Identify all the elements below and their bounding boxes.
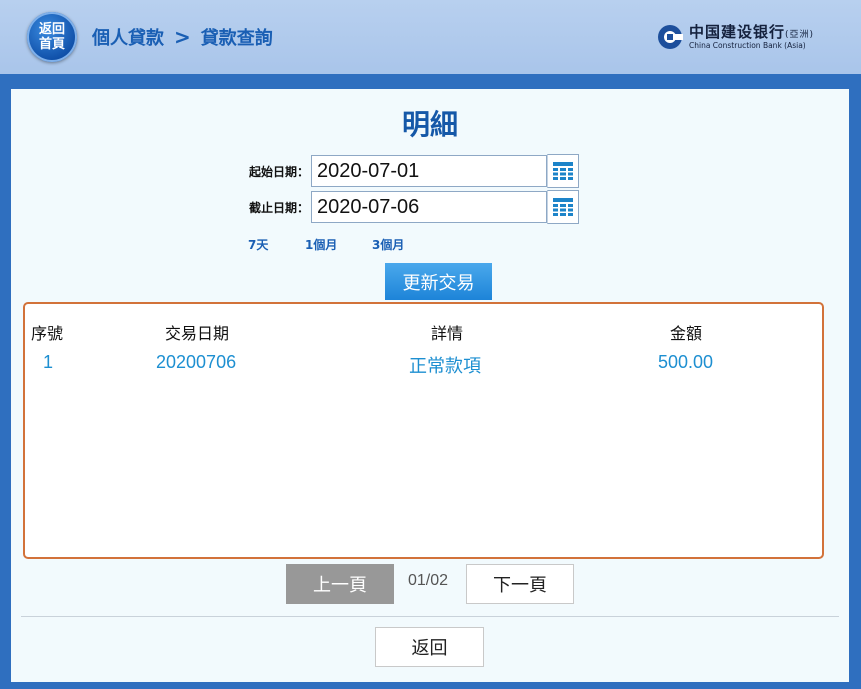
update-transactions-button[interactable]: 更新交易 [385,263,492,300]
divider [21,616,839,617]
back-button[interactable]: 返回 [375,627,484,667]
previous-page-button[interactable]: 上一頁 [286,564,394,604]
column-header-no: 序號 [31,324,64,343]
row-1-date: 20200706 [156,352,237,372]
home-button[interactable]: 返回 首頁 [27,12,77,62]
transaction-table: 序號 交易日期 詳情 金額 1 20200706 正常款項 500.00 [23,302,824,559]
column-header-detail: 詳情 [431,324,464,343]
breadcrumb-personal-loan[interactable]: 個人貸款 [92,24,164,50]
calendar-icon [553,198,573,216]
row-1-no: 1 [43,352,54,372]
quick-range-3-months[interactable]: 3個月 [372,236,404,253]
quick-range-1-month[interactable]: 1個月 [305,236,337,253]
start-date-label: 起始日期： [248,164,309,179]
start-date-input[interactable]: 2020-07-01 [311,155,547,187]
breadcrumb-loan-inquiry: 貸款查詢 [200,28,273,49]
next-page-button[interactable]: 下一頁 [466,564,574,604]
logo-cn-text: 中国建设银行 [689,22,786,41]
calendar-icon [553,162,573,180]
header-bar: 返回 首頁 個人貸款 > 貸款查詢 中国建设银行(亞洲) China Const… [0,0,861,74]
breadcrumb-separator: > [174,25,191,49]
column-header-date: 交易日期 [165,324,230,343]
home-button-line1: 返回 [38,22,65,37]
end-date-label: 截止日期： [248,200,309,215]
end-date-row: 截止日期： 2020-07-06 [247,190,579,224]
start-date-calendar-button[interactable] [547,154,579,188]
column-header-amount: 金額 [670,324,703,343]
quick-range-7-days[interactable]: 7天 [248,236,268,253]
row-1-detail-link[interactable]: 正常款項 [409,352,481,378]
row-1-amount: 500.00 [658,352,714,372]
page-title: 明細 [401,108,458,141]
start-date-row: 起始日期： 2020-07-01 [247,154,579,188]
page-indicator: 01/02 [408,572,449,589]
bank-logo: 中国建设银行(亞洲) China Construction Bank (Asia… [657,22,814,52]
logo-cn-suffix: (亞洲) [785,29,815,40]
home-button-line2: 首頁 [38,37,65,52]
main-panel: 明細 起始日期： 2020-07-01 截止日期： 2020-07-06 7天 … [11,89,849,682]
end-date-input[interactable]: 2020-07-06 [311,191,547,223]
end-date-calendar-button[interactable] [547,190,579,224]
logo-en-text: China Construction Bank (Asia) [689,40,806,50]
ccb-logo-icon [658,25,683,49]
breadcrumb: 個人貸款 > 貸款查詢 [92,24,273,50]
